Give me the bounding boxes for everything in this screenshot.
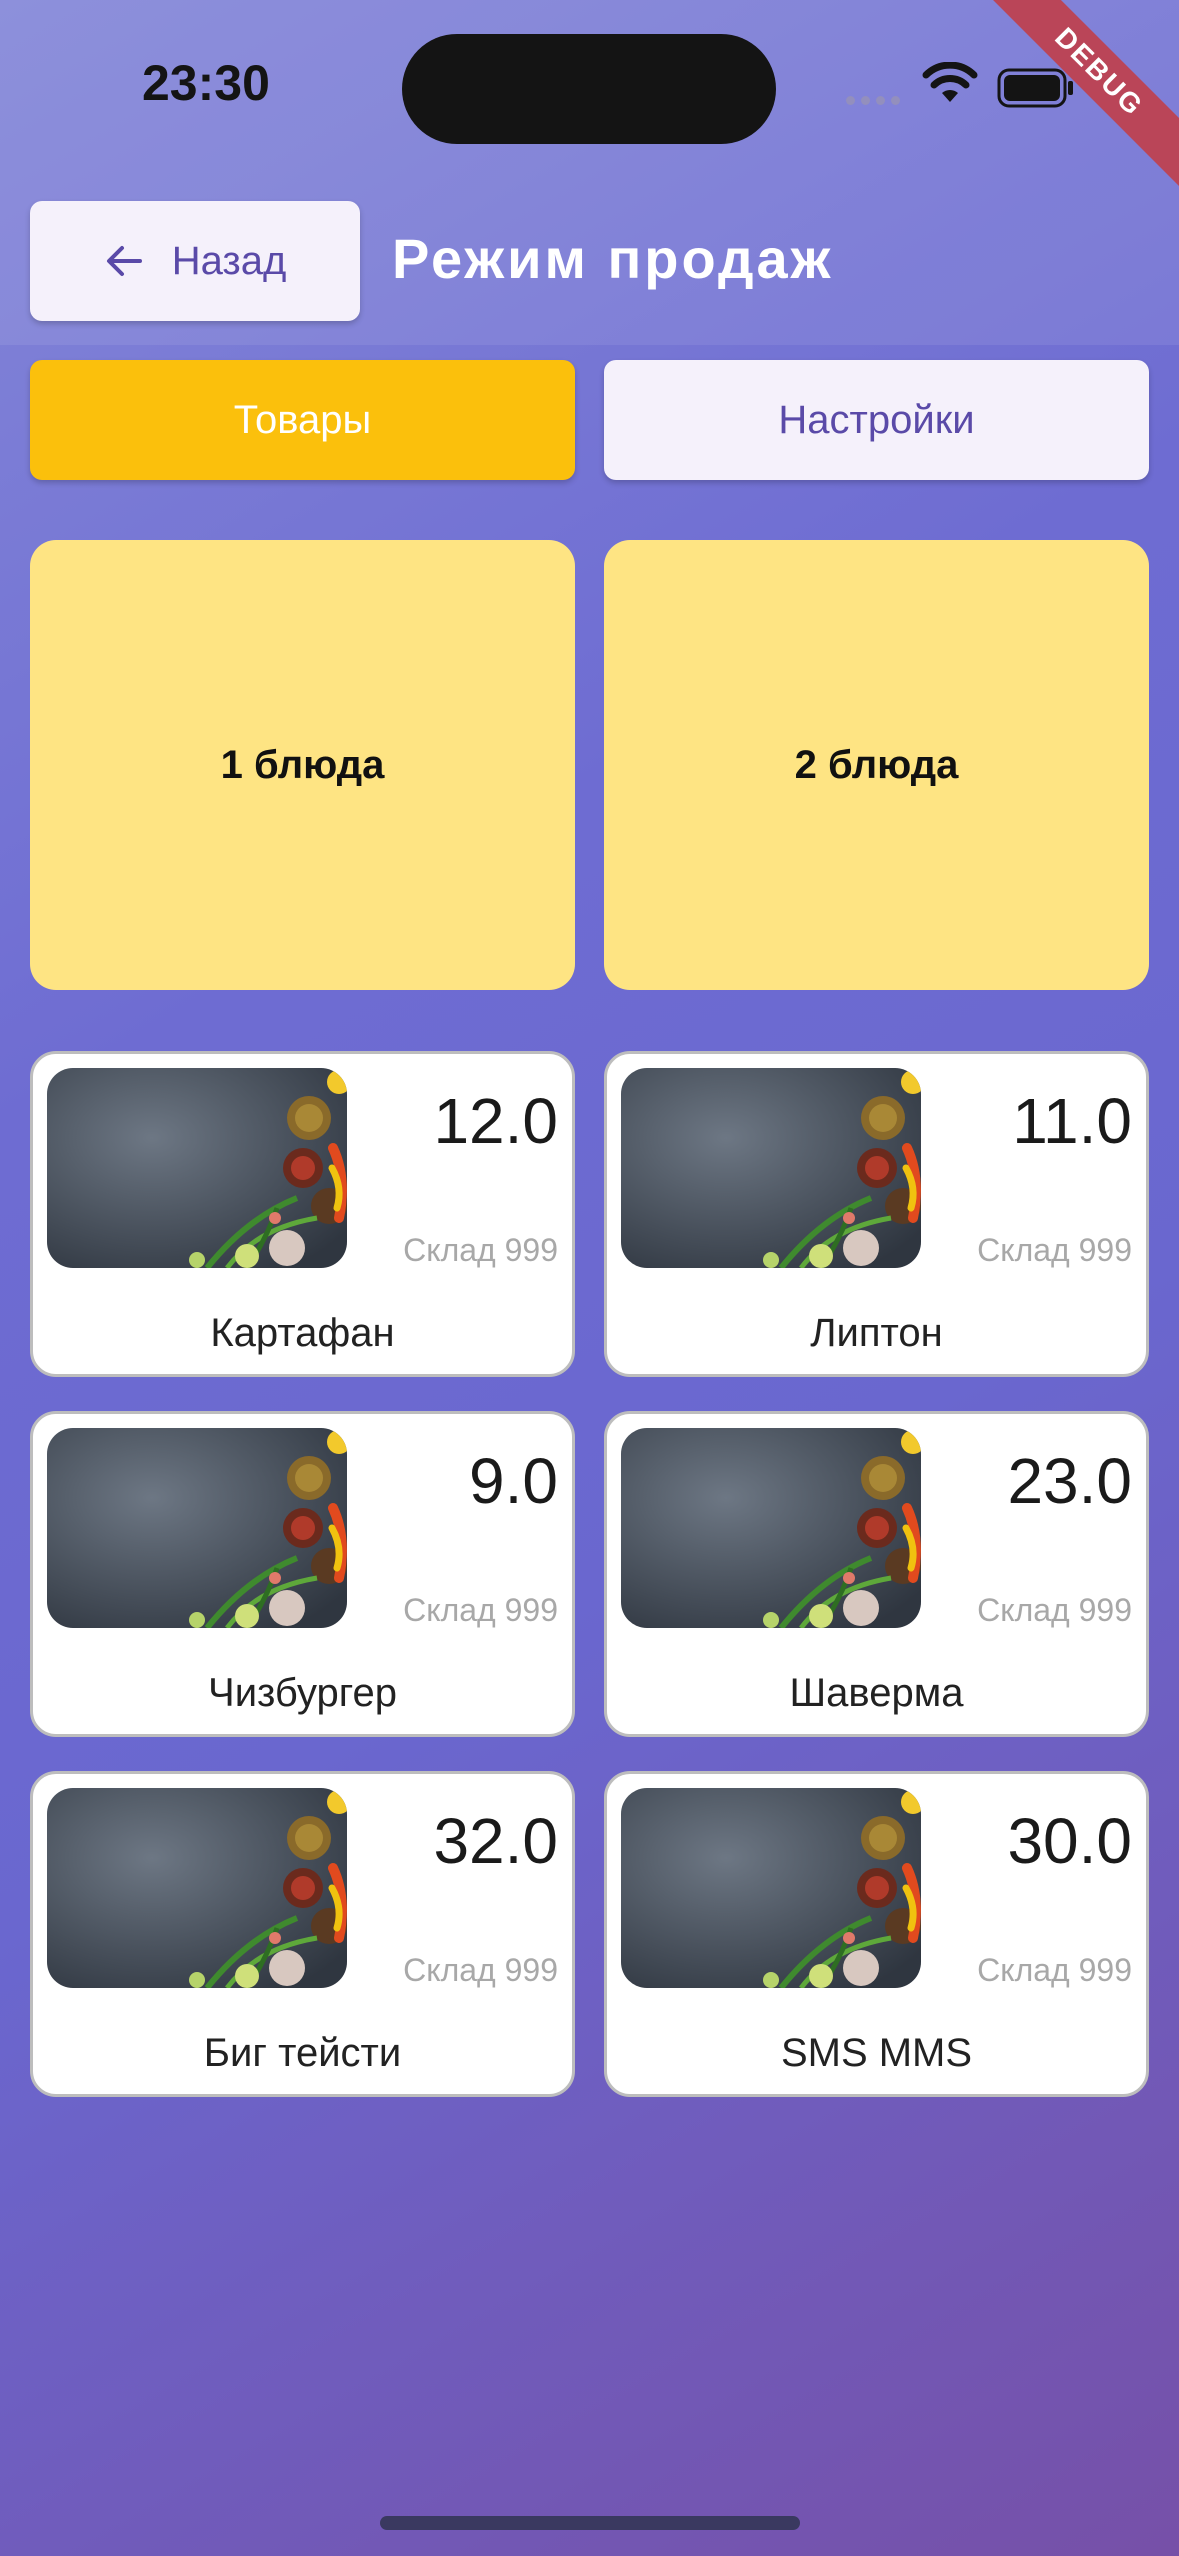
- category-tile-first-courses[interactable]: 1 блюда: [30, 540, 575, 990]
- product-card[interactable]: 11.0 Склад 999 Липтон: [604, 1051, 1149, 1377]
- product-card[interactable]: 9.0 Склад 999 Чизбургер: [30, 1411, 575, 1737]
- product-name: Биг тейсти: [203, 2031, 402, 2075]
- product-price: 12.0: [433, 1085, 558, 1157]
- product-name: SMS MMS: [780, 2031, 973, 2075]
- product-card[interactable]: 23.0 Склад 999 Шаверма: [604, 1411, 1149, 1737]
- product-stock: Склад 999: [977, 1592, 1132, 1628]
- arrow-left-icon: [106, 246, 142, 276]
- product-name: Шаверма: [789, 1671, 964, 1715]
- product-name: Чизбургер: [208, 1671, 397, 1715]
- product-stock: Склад 999: [403, 1952, 558, 1988]
- product-name: Картафан: [210, 1311, 395, 1355]
- product-image: [47, 1068, 347, 1268]
- back-button-label: Назад: [171, 238, 287, 283]
- product-name: Липтон: [810, 1311, 943, 1355]
- home-indicator: [380, 2516, 800, 2530]
- product-grid: 12.0 Склад 999 Картафан 11.0 Склад 999 Л…: [30, 1051, 1149, 2097]
- product-stock: Склад 999: [403, 1592, 558, 1628]
- product-card[interactable]: 30.0 Склад 999 SMS MMS: [604, 1771, 1149, 2097]
- tab-settings[interactable]: Настройки: [604, 360, 1149, 480]
- product-image: [621, 1788, 921, 1988]
- product-price: 30.0: [1007, 1805, 1132, 1877]
- page-title: Режим продаж: [392, 227, 834, 290]
- category-tile-second-courses[interactable]: 2 блюда: [604, 540, 1149, 990]
- product-price: 23.0: [1007, 1445, 1132, 1517]
- product-image: [47, 1788, 347, 1988]
- product-card[interactable]: 32.0 Склад 999 Биг тейсти: [30, 1771, 575, 2097]
- product-image: [621, 1428, 921, 1628]
- product-price: 32.0: [433, 1805, 558, 1877]
- back-button[interactable]: Назад: [30, 201, 360, 321]
- product-stock: Склад 999: [977, 1952, 1132, 1988]
- product-price: 11.0: [1012, 1085, 1132, 1157]
- product-price: 9.0: [469, 1445, 558, 1517]
- product-stock: Склад 999: [977, 1232, 1132, 1268]
- product-stock: Склад 999: [403, 1232, 558, 1268]
- product-image: [47, 1428, 347, 1628]
- product-image: [621, 1068, 921, 1268]
- product-card[interactable]: 12.0 Склад 999 Картафан: [30, 1051, 575, 1377]
- tab-goods[interactable]: Товары: [30, 360, 575, 480]
